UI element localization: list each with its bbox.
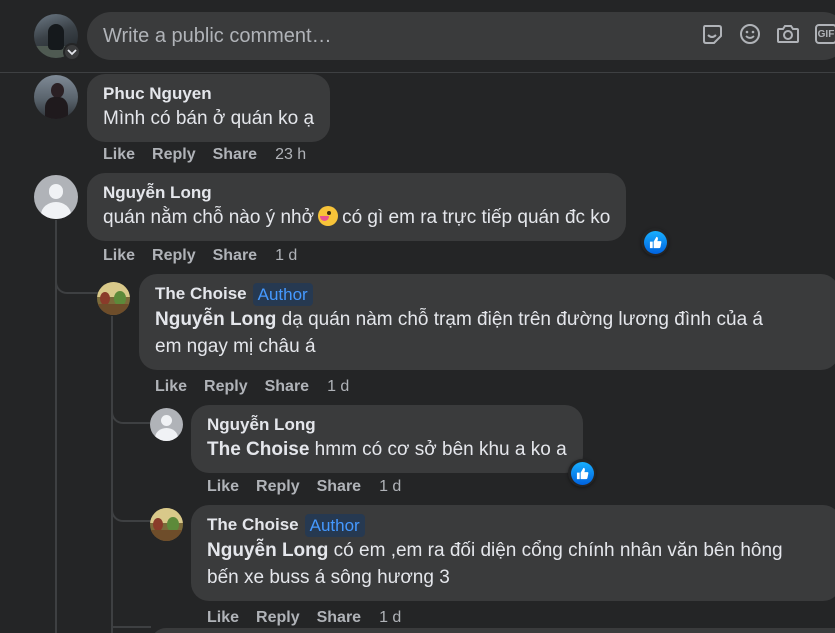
reply-button[interactable]: Reply (152, 247, 196, 265)
comment-text: Mình có bán ở quán ko ạ (103, 108, 315, 129)
sticker-icon[interactable] (700, 22, 724, 46)
comment-bubble: Nguyễn Long quán nằm chỗ nào ý nhở có gì … (87, 173, 627, 241)
mention-link[interactable]: Nguyễn Long (155, 309, 276, 330)
reply-text-part: có em ,em ra đối diện cổng chính nhân vă… (328, 540, 783, 561)
share-button[interactable]: Share (317, 478, 361, 496)
reply-text-line: bến xe buss á sông hương 3 (207, 567, 450, 588)
reply-author[interactable]: The Choise (155, 283, 247, 305)
like-reaction-badge[interactable] (568, 459, 596, 487)
reply-button[interactable]: Reply (256, 609, 300, 627)
like-button[interactable]: Like (207, 609, 239, 627)
thread-branch (111, 410, 151, 424)
avatar[interactable] (150, 508, 183, 541)
gif-label: GIF (815, 24, 835, 44)
reply-timestamp[interactable]: 1 d (379, 609, 401, 627)
avatar[interactable] (150, 408, 183, 441)
reply-actions: Like Reply Share 1 d (155, 378, 349, 396)
reply-button[interactable]: Reply (204, 378, 248, 396)
share-button[interactable]: Share (317, 609, 361, 627)
comment-author[interactable]: Nguyễn Long (103, 182, 212, 204)
account-switch-chevron-icon[interactable] (63, 43, 81, 61)
author-badge: Author (252, 283, 313, 306)
avatar[interactable] (97, 282, 130, 315)
thread-line (111, 316, 113, 633)
reply-button[interactable]: Reply (152, 146, 196, 164)
author-badge: Author (304, 514, 365, 537)
like-button[interactable]: Like (207, 478, 239, 496)
reply-timestamp[interactable]: 1 d (327, 378, 349, 396)
comment-actions: Like Reply Share 23 h (103, 146, 306, 164)
reply-text: Nguyễn Long có em ,em ra đối diện cổng c… (207, 537, 825, 564)
share-button[interactable]: Share (213, 146, 257, 164)
comment-timestamp[interactable]: 1 d (275, 247, 297, 265)
face-with-tongue-emoji-icon (318, 206, 339, 226)
share-button[interactable]: Share (265, 378, 309, 396)
comment-bubble: Phuc Nguyen Mình có bán ở quán ko ạ (87, 74, 331, 142)
comment-timestamp[interactable]: 23 h (275, 146, 306, 164)
share-button[interactable]: Share (213, 247, 257, 265)
comment-text-part: có gì em ra trực tiếp quán đc ko (342, 207, 611, 228)
like-button[interactable]: Like (155, 378, 187, 396)
composer-tools: GIF (700, 22, 835, 46)
next-reply-bubble (151, 628, 835, 633)
thread-branch (113, 626, 151, 628)
reply-text-part: dạ quán nàm chỗ trạm điện trên đường lươ… (276, 309, 763, 330)
gif-icon[interactable]: GIF (814, 22, 835, 46)
reply-author[interactable]: The Choise (207, 514, 299, 536)
comment-text: quán nằm chỗ nào ý nhở có gì em ra trực t… (103, 204, 610, 231)
reply-bubble: The Choise Author Nguyễn Long dạ quán nàm… (139, 274, 835, 370)
reply-text-part: hmm có cơ sở bên khu a ko a (309, 439, 567, 460)
avatar[interactable] (34, 75, 78, 119)
like-button[interactable]: Like (103, 247, 135, 265)
reply-text-line: em ngay mị châu á (155, 336, 316, 357)
reply-timestamp[interactable]: 1 d (379, 478, 401, 496)
reply-author[interactable]: Nguyễn Long (207, 414, 316, 436)
reply-actions: Like Reply Share 1 d (207, 478, 401, 496)
reply-bubble: Nguyễn Long The Choise hmm có cơ sở bên … (191, 405, 583, 473)
mention-link[interactable]: The Choise (207, 439, 309, 460)
comment-actions: Like Reply Share 1 d (103, 247, 297, 265)
reply-button[interactable]: Reply (256, 478, 300, 496)
mention-link[interactable]: Nguyễn Long (207, 540, 328, 561)
avatar[interactable] (34, 175, 78, 219)
like-reaction-badge[interactable] (641, 228, 669, 256)
camera-icon[interactable] (776, 22, 800, 46)
thread-branch (111, 508, 151, 522)
reply-actions: Like Reply Share 1 d (207, 609, 401, 627)
composer-divider (0, 72, 835, 73)
reply-text: Nguyễn Long dạ quán nàm chỗ trạm điện tr… (155, 306, 823, 333)
comment-author[interactable]: Phuc Nguyen (103, 83, 212, 105)
thread-branch (55, 280, 99, 294)
reply-bubble: The Choise Author Nguyễn Long có em ,em r… (191, 505, 835, 601)
emoji-icon[interactable] (738, 22, 762, 46)
reply-text: The Choise hmm có cơ sở bên khu a ko a (207, 436, 567, 463)
like-button[interactable]: Like (103, 146, 135, 164)
comments-section: GIF Phuc Nguyen Mình có bán ở quán ko ạ … (0, 0, 835, 633)
comment-text-part: quán nằm chỗ nào ý nhở (103, 207, 315, 228)
